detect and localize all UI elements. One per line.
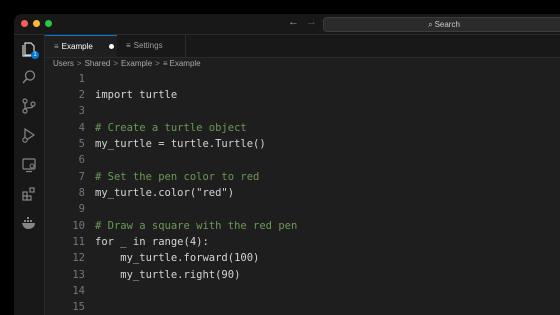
back-arrow-icon[interactable]: ← [288,16,299,28]
vscode-window: ← → ⌕ Search 1 ≡ Example ≡ Settings User… [14,14,560,315]
code-comment[interactable]: # Create a turtle object [95,120,247,136]
line-number: 13 [72,269,85,281]
line-number: 12 [72,252,85,264]
code-line[interactable]: 9 [45,201,560,217]
code-line[interactable]: 10 # Draw a square with the red pen [45,218,560,234]
line-number: 10 [72,220,85,232]
text-file-icon: ≡ [126,41,131,50]
code-line[interactable]: 1 [45,71,560,87]
code-line[interactable]: 3 [45,103,560,119]
editor-tabs: ≡ Example ≡ Settings [45,35,560,58]
code-text[interactable]: import turtle [95,87,177,103]
code-line[interactable]: 15 [45,299,560,315]
activity-bar: 1 [14,35,45,315]
command-center-search[interactable]: ⌕ Search [323,17,560,32]
tab-settings[interactable]: ≡ Settings [117,35,186,57]
line-number: 2 [78,89,85,101]
code-line[interactable]: 4 # Create a turtle object [45,120,560,136]
title-bar: ← → ⌕ Search [14,14,560,35]
text-file-icon: ≡ [54,42,59,51]
code-text[interactable]: my_turtle.color("red") [95,185,234,201]
close-window-button[interactable] [21,20,28,27]
breadcrumb-item[interactable]: Users [53,59,74,68]
code-text[interactable]: my_turtle = turtle.Turtle() [95,136,266,152]
line-number: 3 [78,105,85,117]
line-number: 5 [78,138,85,150]
search-icon: ⌕ [428,20,433,29]
unsaved-dot-icon[interactable] [108,44,114,50]
code-comment[interactable]: # Set the pen color to red [95,169,259,185]
run-debug-icon[interactable] [21,127,37,143]
text-file-icon: ≡ [162,59,168,68]
code-line[interactable]: 12 my_turtle.forward(100) [45,250,560,266]
remote-explorer-icon[interactable] [21,157,37,173]
zoom-window-button[interactable] [45,20,52,27]
code-line[interactable]: 7 # Set the pen color to red [45,169,560,185]
line-number: 4 [78,122,85,134]
code-comment[interactable]: # Draw a square with the red pen [95,218,297,234]
chevron-right-icon: > [113,59,119,68]
files-icon[interactable]: 1 [21,41,39,59]
tab-example[interactable]: ≡ Example [45,35,117,57]
chevron-right-icon: > [76,59,82,68]
search-placeholder: Search [434,20,460,29]
code-line[interactable]: 2 import turtle [45,87,560,103]
code-line[interactable]: 6 [45,152,560,168]
tab-label: Settings [133,41,163,50]
line-number: 11 [72,236,85,248]
line-number: 9 [78,203,85,215]
docker-icon[interactable] [21,215,37,231]
search-icon[interactable] [21,69,37,85]
tab-label: Example [61,42,93,51]
code-line[interactable]: 14 [45,283,560,299]
line-number: 14 [72,285,85,297]
breadcrumb-item[interactable]: Example [170,59,201,68]
explorer-badge: 1 [31,51,39,59]
line-number: 8 [78,187,85,199]
code-text[interactable]: my_turtle.forward(100) [95,250,259,266]
code-line[interactable]: 8 my_turtle.color("red") [45,185,560,201]
line-number: 7 [78,171,85,183]
source-control-icon[interactable] [21,98,37,114]
breadcrumb-item[interactable]: Example [121,59,152,68]
line-number: 15 [72,301,85,313]
breadcrumb-item[interactable]: Shared [85,59,111,68]
minimize-window-button[interactable] [33,20,40,27]
code-line[interactable]: 13 my_turtle.right(90) [45,267,560,283]
chevron-right-icon: > [155,59,160,68]
line-number: 6 [78,154,85,166]
code-text[interactable]: my_turtle.right(90) [95,267,240,283]
breadcrumb: Users > Shared > Example > ≡ Example [53,58,201,70]
forward-arrow-icon[interactable]: → [306,16,317,28]
code-editor[interactable]: 1 2 import turtle 3 4 # Create a turtle ob… [45,71,560,315]
code-text[interactable]: for _ in range(4): [95,234,209,250]
extensions-icon[interactable] [21,186,37,202]
line-number: 1 [78,73,85,85]
code-line[interactable]: 5 my_turtle = turtle.Turtle() [45,136,560,152]
code-line[interactable]: 11 for _ in range(4): [45,234,560,250]
